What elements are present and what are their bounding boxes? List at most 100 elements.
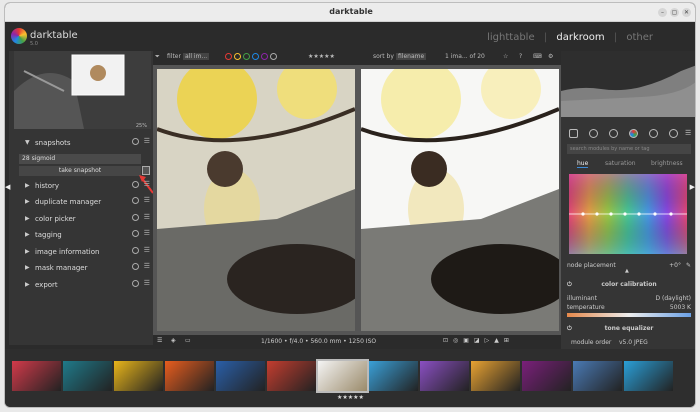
- funnel-icon[interactable]: ⏷: [155, 53, 160, 61]
- filmstrip-thumbnail[interactable]: [12, 361, 61, 391]
- presets-icon[interactable]: ☰: [144, 279, 150, 287]
- styles-icon[interactable]: ◈: [171, 337, 176, 344]
- reset-icon[interactable]: [132, 263, 139, 270]
- module-tone-equalizer[interactable]: ⏻ tone equalizer: [567, 325, 691, 332]
- power-icon[interactable]: ⏻: [567, 281, 572, 289]
- module-history[interactable]: ▶ history ☰: [19, 178, 153, 194]
- snapshot-image-left[interactable]: [157, 69, 355, 331]
- reset-icon[interactable]: [132, 181, 139, 188]
- sort-dropdown[interactable]: filename: [396, 53, 427, 60]
- reset-icon[interactable]: [132, 247, 139, 254]
- rating-filter[interactable]: ★★★★★: [308, 53, 335, 60]
- module-order-row: module order v5.0 JPEG: [571, 339, 695, 346]
- reset-icon[interactable]: [132, 197, 139, 204]
- navigation-thumbnail[interactable]: [14, 51, 151, 129]
- display-tools-icons[interactable]: ⊡◎▣◪▷▲⊞: [443, 337, 514, 344]
- gray-label-icon[interactable]: [270, 53, 277, 60]
- keyboard-icon[interactable]: ⌨: [533, 53, 542, 60]
- snapshot-image-right[interactable]: [361, 69, 559, 331]
- zoom-level[interactable]: 25%: [136, 123, 147, 129]
- presets-icon[interactable]: ☰: [144, 213, 150, 221]
- filter-dropdown[interactable]: all im...: [183, 53, 210, 60]
- filmstrip-thumbnail[interactable]: [316, 359, 369, 393]
- module-search-input[interactable]: search modules by name or tag: [567, 144, 691, 154]
- presets-icon[interactable]: ☰: [144, 180, 150, 188]
- module-duplicate-manager[interactable]: ▶ duplicate manager ☰: [19, 194, 153, 210]
- quick-panel-icon[interactable]: [569, 129, 578, 138]
- view-lighttable[interactable]: lighttable: [487, 32, 535, 43]
- take-snapshot-button[interactable]: take snapshot: [19, 166, 141, 176]
- base-modules-icon[interactable]: [609, 129, 618, 138]
- yellow-label-icon[interactable]: [234, 53, 241, 60]
- green-label-icon[interactable]: [243, 53, 250, 60]
- node-placement-slider[interactable]: ▲: [567, 268, 691, 274]
- slider-handle[interactable]: ▲: [625, 268, 629, 274]
- filter-label: filter: [167, 53, 181, 60]
- filmstrip-thumbnail[interactable]: [267, 361, 316, 391]
- filmstrip-thumbnail[interactable]: [216, 361, 265, 391]
- presets-icon[interactable]: ☰: [144, 137, 150, 145]
- minimize-icon[interactable]: –: [658, 8, 667, 17]
- illuminant-value[interactable]: D (daylight): [655, 295, 691, 302]
- filmstrip-thumbnail[interactable]: [624, 361, 673, 391]
- reset-icon[interactable]: [132, 214, 139, 221]
- preferences-gear-icon[interactable]: ⚙: [548, 53, 553, 60]
- illuminant-row[interactable]: illuminant D (daylight): [567, 295, 691, 302]
- module-image-information[interactable]: ▶ image information ☰: [19, 244, 153, 260]
- effect-modules-icon[interactable]: [669, 129, 678, 138]
- correct-modules-icon[interactable]: [649, 129, 658, 138]
- active-modules-icon[interactable]: [589, 129, 598, 138]
- tab-brightness[interactable]: brightness: [651, 160, 683, 167]
- color-modules-icon[interactable]: [629, 129, 638, 138]
- filmstrip-thumbnail[interactable]: [165, 361, 214, 391]
- collapse-left-panel-icon[interactable]: ◀: [5, 183, 10, 191]
- tab-hue[interactable]: hue: [577, 160, 589, 168]
- filmstrip-thumbnail[interactable]: [114, 361, 163, 391]
- module-color-calibration[interactable]: ⏻ color calibration: [567, 281, 691, 288]
- reset-icon[interactable]: [132, 280, 139, 287]
- close-icon[interactable]: ✕: [682, 8, 691, 17]
- module-groups-menu-icon[interactable]: ☰: [685, 129, 694, 138]
- module-export[interactable]: ▶ export ☰: [19, 277, 153, 293]
- reset-icon[interactable]: [132, 138, 139, 145]
- histogram[interactable]: [561, 51, 695, 117]
- quick-access-icon[interactable]: ☰: [157, 337, 162, 344]
- filmstrip-thumbnail[interactable]: [369, 361, 418, 391]
- filmstrip-thumbnail[interactable]: [63, 361, 112, 391]
- purple-label-icon[interactable]: [261, 53, 268, 60]
- module-snapshots[interactable]: ▼ snapshots ☰: [19, 135, 153, 151]
- temperature-row[interactable]: temperature 5003 K: [567, 304, 691, 311]
- selected-thumb-rating[interactable]: ★★★★★: [337, 394, 364, 401]
- module-mask-manager[interactable]: ▶ mask manager ☰: [19, 260, 153, 276]
- presets-icon[interactable]: ☰: [144, 229, 150, 237]
- presets-icon[interactable]: ☰: [144, 196, 150, 204]
- star-icon[interactable]: ☆: [503, 53, 508, 60]
- help-icon[interactable]: ?: [519, 53, 522, 60]
- filmstrip-thumbnail[interactable]: [573, 361, 622, 391]
- top-toolbar: ⏷ filter all im... ★★★★★ sort by filenam…: [153, 51, 561, 65]
- node-placement-row[interactable]: node placement +0° ✎: [567, 262, 691, 269]
- module-tagging[interactable]: ▶ tagging ☰: [19, 227, 153, 243]
- color-label-filters[interactable]: [225, 53, 279, 62]
- collapse-right-panel-icon[interactable]: ▶: [690, 183, 695, 191]
- temperature-slider[interactable]: [567, 313, 691, 317]
- tab-saturation[interactable]: saturation: [605, 160, 636, 167]
- filmstrip-thumbnail[interactable]: [471, 361, 520, 391]
- presets-icon[interactable]: ☰: [144, 246, 150, 254]
- color-picker-icon[interactable]: ✎: [686, 262, 691, 269]
- snapshot-entry[interactable]: 28 sigmoid: [19, 154, 141, 164]
- red-label-icon[interactable]: [225, 53, 232, 60]
- filmstrip-thumbnail[interactable]: [420, 361, 469, 391]
- hue-curve-graph[interactable]: [569, 174, 687, 254]
- power-icon[interactable]: ⏻: [567, 325, 572, 333]
- reset-icon[interactable]: [132, 230, 139, 237]
- center-image-view[interactable]: [153, 65, 561, 335]
- blue-label-icon[interactable]: [252, 53, 259, 60]
- presets-icon[interactable]: ☰: [144, 262, 150, 270]
- maximize-icon[interactable]: ▢: [670, 8, 679, 17]
- view-darkroom[interactable]: darkroom: [556, 32, 604, 43]
- filmstrip-thumbnail[interactable]: [522, 361, 571, 391]
- module-color-picker[interactable]: ▶ color picker ☰: [19, 211, 153, 227]
- second-window-icon[interactable]: ▭: [185, 337, 191, 344]
- view-other[interactable]: other: [626, 32, 653, 43]
